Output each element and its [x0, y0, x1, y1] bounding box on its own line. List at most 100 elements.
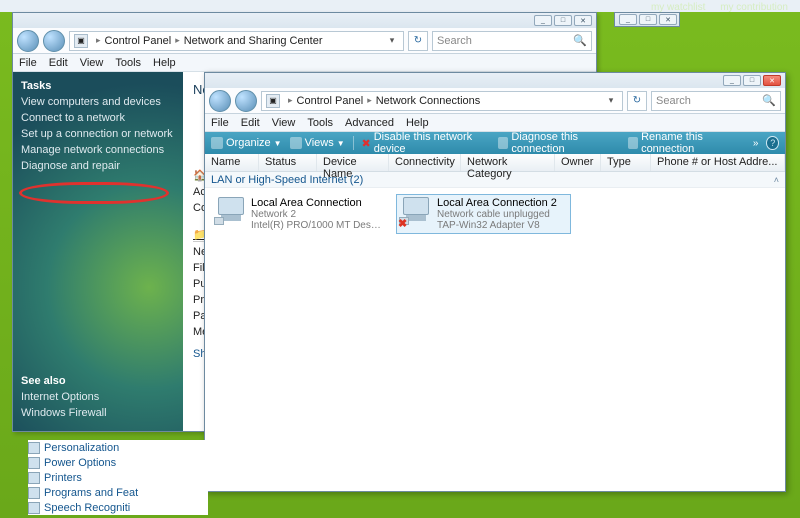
- col-owner[interactable]: Owner: [555, 154, 601, 171]
- link-contributions[interactable]: my contribution: [720, 2, 788, 13]
- chevron-right-icon: ▸: [96, 35, 101, 46]
- breadcrumb-dropdown-icon[interactable]: ▾: [604, 95, 618, 106]
- nic-icon: ✖: [399, 197, 433, 227]
- tasks-header: Tasks: [21, 80, 175, 92]
- breadcrumb[interactable]: ▣ ▸ Control Panel ▸ Network and Sharing …: [69, 31, 404, 51]
- connection-status: Network cable unplugged: [437, 209, 557, 220]
- menu-file[interactable]: File: [211, 117, 229, 129]
- tasks-sidebar: Tasks View computers and devices Connect…: [13, 72, 183, 431]
- views-button[interactable]: Views▼: [290, 137, 345, 149]
- connection-device: TAP-Win32 Adapter V8: [437, 220, 557, 231]
- nav-forward-icon[interactable]: [235, 90, 257, 112]
- overflow-icon[interactable]: »: [753, 138, 759, 149]
- search-icon: 🔍: [573, 34, 587, 47]
- rename-icon: [628, 137, 639, 149]
- nav-back-icon[interactable]: [209, 90, 231, 112]
- breadcrumb-dropdown-icon[interactable]: ▾: [385, 35, 399, 46]
- menu-view[interactable]: View: [80, 57, 104, 69]
- connection-item[interactable]: Local Area Connection Network 2 Intel(R)…: [211, 194, 386, 234]
- titlebar[interactable]: _ □ ✕: [205, 73, 785, 88]
- maximize-button[interactable]: □: [639, 14, 657, 25]
- task-view-computers[interactable]: View computers and devices: [21, 96, 175, 108]
- item-icon: [28, 472, 40, 484]
- nav-back-icon[interactable]: [17, 30, 39, 52]
- address-bar: ▣ ▸ Control Panel ▸ Network and Sharing …: [13, 28, 596, 54]
- menu-help[interactable]: Help: [406, 117, 429, 129]
- refresh-button[interactable]: ↻: [627, 91, 647, 111]
- disable-device-button[interactable]: ✖Disable this network device: [362, 131, 490, 155]
- rename-button[interactable]: Rename this connection: [628, 131, 745, 155]
- search-input[interactable]: Search 🔍: [651, 91, 781, 111]
- cpl-personalization[interactable]: Personalization: [28, 440, 208, 455]
- cpl-speech-recognition[interactable]: Speech Recogniti: [28, 500, 208, 515]
- separator: [353, 136, 354, 150]
- menu-edit[interactable]: Edit: [49, 57, 68, 69]
- col-category[interactable]: Network Category: [461, 154, 555, 171]
- menu-tools[interactable]: Tools: [307, 117, 333, 129]
- refresh-button[interactable]: ↻: [408, 31, 428, 51]
- cpl-programs-features[interactable]: Programs and Feat: [28, 485, 208, 500]
- collapse-icon[interactable]: ˄: [774, 175, 779, 185]
- views-icon: [290, 137, 302, 149]
- breadcrumb-root[interactable]: Control Panel: [105, 35, 172, 47]
- search-input[interactable]: Search 🔍: [432, 31, 592, 51]
- col-name[interactable]: Name: [205, 154, 259, 171]
- seealso-header: See also: [21, 375, 175, 387]
- minimize-button[interactable]: _: [534, 15, 552, 26]
- breadcrumb[interactable]: ▣ ▸ Control Panel ▸ Network Connections …: [261, 91, 623, 111]
- menu-view[interactable]: View: [272, 117, 296, 129]
- location-icon: ▣: [74, 34, 88, 48]
- task-manage-connections[interactable]: Manage network connections: [21, 144, 175, 156]
- menu-bar: File Edit View Tools Help: [13, 54, 596, 72]
- minimize-button[interactable]: _: [619, 14, 637, 25]
- task-setup-connection[interactable]: Set up a connection or network: [21, 128, 175, 140]
- cpl-power-options[interactable]: Power Options: [28, 455, 208, 470]
- diagnose-button[interactable]: Diagnose this connection: [498, 131, 620, 155]
- maximize-button[interactable]: □: [554, 15, 572, 26]
- col-status[interactable]: Status: [259, 154, 317, 171]
- close-button[interactable]: ✕: [763, 75, 781, 86]
- col-connectivity[interactable]: Connectivity: [389, 154, 461, 171]
- location-icon: ▣: [266, 94, 280, 108]
- help-icon[interactable]: ?: [766, 136, 779, 150]
- menu-tools[interactable]: Tools: [115, 57, 141, 69]
- search-placeholder: Search: [656, 95, 691, 107]
- organize-button[interactable]: Organize▼: [211, 137, 282, 149]
- control-panel-list: Personalization Power Options Printers P…: [28, 440, 208, 515]
- col-type[interactable]: Type: [601, 154, 651, 171]
- nav-forward-icon[interactable]: [43, 30, 65, 52]
- maximize-button[interactable]: □: [743, 75, 761, 86]
- cpl-printers[interactable]: Printers: [28, 470, 208, 485]
- disable-icon: ✖: [362, 137, 371, 150]
- connection-status: Network 2: [251, 209, 383, 220]
- breadcrumb-root[interactable]: Control Panel: [297, 95, 364, 107]
- task-connect-network[interactable]: Connect to a network: [21, 112, 175, 124]
- seealso-windows-firewall[interactable]: Windows Firewall: [21, 407, 175, 419]
- search-placeholder: Search: [437, 35, 472, 47]
- window-network-connections: _ □ ✕ ▣ ▸ Control Panel ▸ Network Connec…: [204, 72, 786, 492]
- menu-help[interactable]: Help: [153, 57, 176, 69]
- breadcrumb-leaf[interactable]: Network Connections: [376, 95, 481, 107]
- menu-file[interactable]: File: [19, 57, 37, 69]
- breadcrumb-leaf[interactable]: Network and Sharing Center: [184, 35, 323, 47]
- column-headers: Name Status Device Name Connectivity Net…: [205, 154, 785, 172]
- seealso-internet-options[interactable]: Internet Options: [21, 391, 175, 403]
- command-toolbar: Organize▼ Views▼ ✖Disable this network d…: [205, 132, 785, 154]
- menu-bar: File Edit View Tools Advanced Help: [205, 114, 785, 132]
- organize-icon: [211, 137, 223, 149]
- item-icon: [28, 487, 40, 499]
- menu-edit[interactable]: Edit: [241, 117, 260, 129]
- nic-icon: [214, 197, 247, 227]
- chevron-down-icon: ▼: [274, 139, 282, 148]
- secondary-window-controls: _ □ ✕: [614, 12, 680, 27]
- col-phone[interactable]: Phone # or Host Addre...: [651, 154, 785, 171]
- close-button[interactable]: ✕: [659, 14, 677, 25]
- close-button[interactable]: ✕: [574, 15, 592, 26]
- task-diagnose-repair[interactable]: Diagnose and repair: [21, 160, 175, 172]
- minimize-button[interactable]: _: [723, 75, 741, 86]
- col-device[interactable]: Device Name: [317, 154, 389, 171]
- chevron-down-icon: ▼: [337, 139, 345, 148]
- titlebar[interactable]: _ □ ✕: [13, 13, 596, 28]
- menu-advanced[interactable]: Advanced: [345, 117, 394, 129]
- connection-item[interactable]: ✖ Local Area Connection 2 Network cable …: [396, 194, 571, 234]
